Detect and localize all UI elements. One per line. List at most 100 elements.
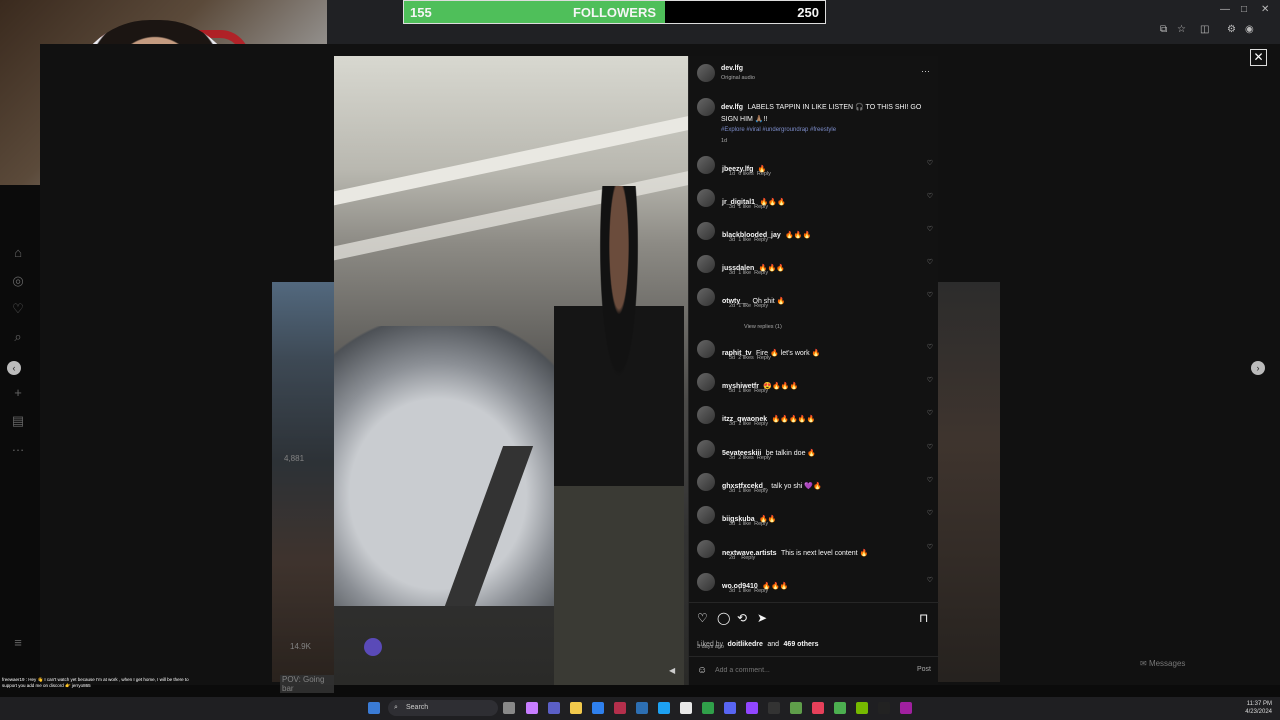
comment-avatar[interactable]: [697, 222, 715, 240]
menu-icon[interactable]: ≡: [10, 635, 26, 651]
threads-icon[interactable]: …: [10, 439, 26, 455]
search-icon[interactable]: ⌕: [10, 329, 26, 345]
maximize-icon[interactable]: □: [1241, 4, 1247, 15]
author-username[interactable]: dev.lfg: [721, 65, 743, 72]
extensions-icon[interactable]: ⚙: [1227, 24, 1236, 35]
comment-like-icon[interactable]: ♡: [927, 409, 933, 417]
comment-reply-link[interactable]: Reply: [754, 303, 768, 309]
comment-like-icon[interactable]: ♡: [927, 192, 933, 200]
start-icon[interactable]: [368, 702, 380, 714]
app-icon[interactable]: [592, 702, 604, 714]
obs-icon[interactable]: [768, 702, 780, 714]
comment-like-icon[interactable]: ♡: [927, 159, 933, 167]
comment-avatar[interactable]: [697, 288, 715, 306]
comment-likes[interactable]: 1 like: [738, 421, 751, 427]
share-icon[interactable]: ➤: [757, 611, 767, 625]
caption-username[interactable]: dev.lfg: [721, 104, 743, 111]
like-icon[interactable]: ♡: [697, 611, 708, 625]
comment-likes[interactable]: 1 like: [738, 303, 751, 309]
app-icon[interactable]: [900, 702, 912, 714]
comment-like-icon[interactable]: ♡: [927, 258, 933, 266]
create-icon[interactable]: +: [10, 385, 26, 401]
app-icon[interactable]: [878, 702, 890, 714]
comment-avatar[interactable]: [697, 573, 715, 591]
comment-like-icon[interactable]: ♡: [927, 509, 933, 517]
previous-post-peek[interactable]: 4,881 14.9K POV: Going bar: [272, 282, 334, 693]
author-avatar[interactable]: [697, 64, 715, 82]
comment-avatar[interactable]: [697, 506, 715, 524]
comment-avatar[interactable]: [697, 406, 715, 424]
comment-reply-link[interactable]: Reply: [757, 455, 771, 461]
repost-icon[interactable]: ⟲: [737, 611, 747, 625]
comment-like-icon[interactable]: ♡: [927, 343, 933, 351]
caption-avatar[interactable]: [697, 98, 715, 116]
app-icon[interactable]: [680, 702, 692, 714]
prev-post-button[interactable]: ‹: [7, 361, 21, 375]
emoji-icon[interactable]: ☺: [697, 665, 707, 676]
comment-reply-link[interactable]: Reply: [754, 204, 768, 210]
comment-avatar[interactable]: [697, 189, 715, 207]
discord-icon[interactable]: [724, 702, 736, 714]
profile-icon[interactable]: ◉: [1245, 24, 1254, 35]
system-clock[interactable]: 11:37 PM 4/23/2024: [1245, 700, 1272, 716]
dashboard-icon[interactable]: ▤: [10, 413, 26, 429]
comment-reply-link[interactable]: Reply: [757, 355, 771, 361]
comment-likes[interactable]: 1 like: [738, 270, 751, 276]
comment-avatar[interactable]: [697, 473, 715, 491]
edge-icon[interactable]: [658, 702, 670, 714]
comment-avatar[interactable]: [697, 540, 715, 558]
comment-like-icon[interactable]: ♡: [927, 543, 933, 551]
comment-likes[interactable]: 6 likes: [738, 171, 754, 177]
comment-likes[interactable]: 1 like: [738, 588, 751, 594]
comment-avatar[interactable]: [697, 255, 715, 273]
comment-reply-link[interactable]: Reply: [754, 588, 768, 594]
task-view-icon[interactable]: [503, 702, 515, 714]
liked-by-others[interactable]: 469 others: [784, 641, 819, 648]
split-view-icon[interactable]: ◫: [1200, 24, 1209, 35]
add-comment-input[interactable]: [715, 664, 895, 676]
comment-reply-link[interactable]: Reply: [757, 171, 771, 177]
comment-like-icon[interactable]: ♡: [927, 443, 933, 451]
comment-likes[interactable]: 2 likes: [738, 355, 754, 361]
liked-by-user[interactable]: doitlikedre: [728, 641, 763, 648]
teams-icon[interactable]: [548, 702, 560, 714]
audio-label[interactable]: Original audio: [721, 75, 755, 81]
notifications-icon[interactable]: ♡: [10, 301, 26, 317]
comment-reply-link[interactable]: Reply: [754, 421, 768, 427]
comment-avatar[interactable]: [697, 340, 715, 358]
more-options-icon[interactable]: ···: [921, 66, 930, 76]
comment-reply-link[interactable]: Reply: [754, 521, 768, 527]
comment-likes[interactable]: 1 like: [738, 204, 751, 210]
comment-like-icon[interactable]: ♡: [927, 576, 933, 584]
comment-reply-link[interactable]: Reply: [754, 388, 768, 394]
next-post-peek[interactable]: [938, 282, 1000, 682]
reels-icon[interactable]: ◎: [10, 273, 26, 289]
comment-reply-link[interactable]: Reply: [741, 555, 755, 561]
comment-reply-link[interactable]: Reply: [754, 237, 768, 243]
comment-like-icon[interactable]: ♡: [927, 476, 933, 484]
window-close-icon[interactable]: ✕: [1261, 4, 1269, 15]
save-icon[interactable]: ⊓: [919, 611, 928, 625]
taskbar-search[interactable]: ⌕ Search: [388, 700, 498, 716]
post-video[interactable]: ◀: [334, 56, 688, 685]
app-icon[interactable]: [790, 702, 802, 714]
comment-icon[interactable]: ◯: [717, 611, 730, 625]
next-post-button[interactable]: ›: [1251, 361, 1265, 375]
comment-reply-link[interactable]: Reply: [754, 488, 768, 494]
caption-hashtags[interactable]: #Explore #viral #undergroundrap #freesty…: [721, 127, 836, 133]
view-replies-link[interactable]: View replies (1): [744, 324, 782, 330]
file-explorer-icon[interactable]: [570, 702, 582, 714]
comment-like-icon[interactable]: ♡: [927, 225, 933, 233]
post-comment-button[interactable]: Post: [917, 666, 931, 673]
comment-avatar[interactable]: [697, 156, 715, 174]
comment-avatar[interactable]: [697, 440, 715, 458]
home-icon[interactable]: ⌂: [10, 245, 26, 261]
install-icon[interactable]: ⧉: [1160, 24, 1167, 35]
comment-like-icon[interactable]: ♡: [927, 376, 933, 384]
copilot-icon[interactable]: [526, 702, 538, 714]
comment-likes[interactable]: 1 like: [738, 521, 751, 527]
app-icon[interactable]: [614, 702, 626, 714]
comment-reply-link[interactable]: Reply: [754, 270, 768, 276]
nvidia-icon[interactable]: [856, 702, 868, 714]
comment-like-icon[interactable]: ♡: [927, 291, 933, 299]
